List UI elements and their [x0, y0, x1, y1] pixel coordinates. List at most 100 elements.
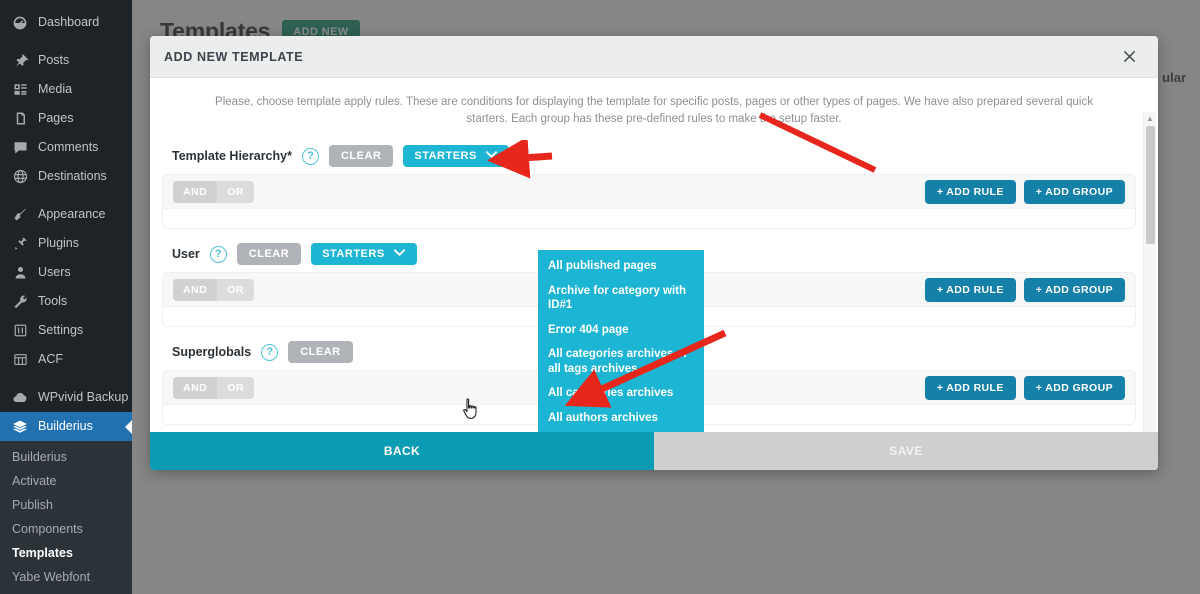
sidebar-divider: [0, 374, 132, 383]
sidebar-item-comments[interactable]: Comments: [0, 133, 132, 162]
sidebar-item-label: Posts: [38, 53, 70, 68]
save-button[interactable]: SAVE: [654, 432, 1158, 470]
and-option[interactable]: AND: [173, 180, 218, 203]
sidebar-item-posts[interactable]: Posts: [0, 46, 132, 75]
sidebar-item-users[interactable]: Users: [0, 258, 132, 287]
add-group-button[interactable]: + ADD GROUP: [1023, 375, 1125, 400]
sidebar-item-appearance[interactable]: Appearance: [0, 200, 132, 229]
section-header: Template Hierarchy* ? CLEAR STARTERS: [162, 140, 1136, 172]
and-or-toggle[interactable]: AND OR: [173, 180, 254, 203]
modal-header: ADD NEW TEMPLATE: [150, 36, 1158, 78]
clear-button[interactable]: CLEAR: [236, 243, 302, 265]
modal-body: Please, choose template apply rules. The…: [150, 78, 1158, 432]
sidebar-item-settings[interactable]: Settings: [0, 316, 132, 345]
sidebar-item-pages[interactable]: Pages: [0, 104, 132, 133]
clear-button[interactable]: CLEAR: [288, 341, 353, 363]
layers-icon: [10, 417, 30, 437]
sidebar-subitem-yabe-webfont[interactable]: Yabe Webfont: [0, 565, 132, 589]
rule-group-body: [163, 208, 1135, 228]
rule-actions: + ADD RULE + ADD GROUP: [924, 179, 1125, 204]
modal-title: ADD NEW TEMPLATE: [164, 49, 304, 64]
dropdown-item[interactable]: All archives: [538, 430, 704, 432]
globe-icon: [10, 167, 30, 187]
sidebar-item-builderius[interactable]: Builderius: [0, 412, 132, 441]
or-option[interactable]: OR: [217, 377, 254, 399]
rule-actions: + ADD RULE + ADD GROUP: [924, 375, 1125, 400]
sidebar-item-label: Destinations: [38, 169, 107, 184]
chevron-down-icon: [485, 150, 498, 162]
starters-label: STARTERS: [322, 248, 385, 260]
sidebar-item-label: Appearance: [38, 207, 106, 222]
or-option[interactable]: OR: [217, 181, 254, 203]
starters-button[interactable]: STARTERS: [311, 243, 417, 265]
scrollbar-thumb[interactable]: [1146, 126, 1155, 244]
sidebar-item-tools[interactable]: Tools: [0, 287, 132, 316]
wp-admin-sidebar: Dashboard Posts Media Pages Comments Des…: [0, 0, 132, 594]
dropdown-item[interactable]: All categories archives: [538, 381, 704, 406]
sidebar-submenu: Builderius Activate Publish Components T…: [0, 441, 132, 594]
sidebar-item-label: Media: [38, 82, 73, 97]
and-option[interactable]: AND: [173, 376, 218, 399]
user-icon: [10, 263, 30, 283]
sidebar-item-acf[interactable]: ACF: [0, 345, 132, 374]
section-label: Superglobals: [172, 345, 252, 359]
cloud-icon: [10, 388, 30, 408]
modal-scrollbar[interactable]: ▲ ▼: [1143, 112, 1156, 432]
sidebar-item-plugins[interactable]: Plugins: [0, 229, 132, 258]
sliders-icon: [10, 321, 30, 341]
dropdown-item[interactable]: All published pages: [538, 254, 704, 279]
sidebar-item-label: Tools: [38, 294, 68, 309]
dropdown-item[interactable]: All authors archives: [538, 406, 704, 431]
or-option[interactable]: OR: [217, 279, 254, 301]
sidebar-item-label: Builderius: [38, 419, 93, 434]
sidebar-subitem-publish[interactable]: Publish: [0, 493, 132, 517]
sidebar-item-label: WPvivid Backup: [38, 390, 129, 405]
add-rule-button[interactable]: + ADD RULE: [924, 277, 1016, 302]
modal-footer: BACK SAVE: [150, 432, 1158, 470]
sidebar-item-label: Comments: [38, 140, 99, 155]
dropdown-item[interactable]: All categories archives or all tags arch…: [538, 342, 704, 381]
modal-description: Please, choose template apply rules. The…: [215, 96, 1093, 125]
sidebar-subitem-activate[interactable]: Activate: [0, 469, 132, 493]
section-template-hierarchy: Template Hierarchy* ? CLEAR STARTERS AND…: [162, 140, 1136, 229]
rule-group-box: AND OR + ADD RULE + ADD GROUP: [162, 174, 1136, 229]
sidebar-subitem-components[interactable]: Components: [0, 517, 132, 541]
section-label: Template Hierarchy*: [172, 149, 292, 163]
sidebar-item-label: Plugins: [38, 236, 79, 251]
sidebar-divider: [0, 37, 132, 46]
close-icon[interactable]: [1116, 44, 1142, 70]
and-or-toggle[interactable]: AND OR: [173, 278, 254, 301]
add-rule-button[interactable]: + ADD RULE: [924, 375, 1016, 400]
starters-label: STARTERS: [414, 150, 477, 162]
and-or-toggle[interactable]: AND OR: [173, 376, 254, 399]
and-option[interactable]: AND: [173, 278, 218, 301]
dropdown-item[interactable]: Archive for category with ID#1: [538, 279, 704, 318]
question-icon[interactable]: ?: [209, 245, 227, 263]
pin-icon: [10, 51, 30, 71]
sidebar-divider: [0, 191, 132, 200]
sidebar-item-wpvivid-backup[interactable]: WPvivid Backup: [0, 383, 132, 412]
rule-group-toolbar: AND OR + ADD RULE + ADD GROUP: [163, 175, 1135, 208]
question-icon[interactable]: ?: [261, 343, 279, 361]
sidebar-subitem-templates[interactable]: Templates: [0, 541, 132, 565]
wrench-icon: [10, 292, 30, 312]
add-rule-button[interactable]: + ADD RULE: [924, 179, 1016, 204]
dropdown-item[interactable]: Error 404 page: [538, 318, 704, 343]
back-button[interactable]: BACK: [150, 432, 654, 470]
add-group-button[interactable]: + ADD GROUP: [1023, 277, 1125, 302]
pages-icon: [10, 109, 30, 129]
sidebar-subitem-builderius[interactable]: Builderius: [0, 445, 132, 469]
sidebar-item-label: Settings: [38, 323, 84, 338]
starters-button[interactable]: STARTERS: [403, 145, 509, 167]
sidebar-item-label: Dashboard: [38, 15, 100, 30]
sidebar-item-media[interactable]: Media: [0, 75, 132, 104]
sidebar-item-dashboard[interactable]: Dashboard: [0, 8, 132, 37]
question-icon[interactable]: ?: [301, 147, 319, 165]
clear-button[interactable]: CLEAR: [328, 145, 394, 167]
section-label: User: [172, 247, 200, 261]
sidebar-item-label: Pages: [38, 111, 74, 126]
sidebar-item-destinations[interactable]: Destinations: [0, 162, 132, 191]
scroll-up-arrow[interactable]: ▲: [1144, 112, 1156, 124]
add-group-button[interactable]: + ADD GROUP: [1023, 179, 1125, 204]
starters-dropdown-menu[interactable]: All published pages Archive for category…: [538, 250, 704, 432]
